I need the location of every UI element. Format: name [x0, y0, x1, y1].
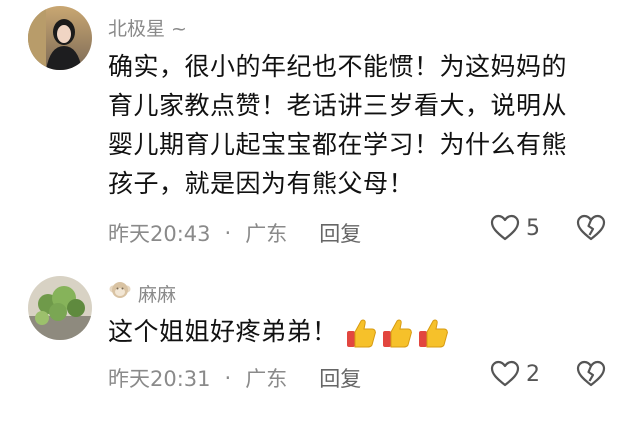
like-count: 2	[526, 361, 540, 387]
user-avatar[interactable]	[28, 276, 92, 340]
reply-button[interactable]: 回复	[319, 363, 361, 393]
location: 广东	[245, 222, 288, 246]
monkey-badge-icon	[108, 278, 132, 302]
like-button[interactable]: 5	[490, 214, 540, 242]
like-count: 5	[526, 215, 540, 241]
username[interactable]: 麻麻	[138, 280, 176, 307]
comment-text: 确实，很小的年纪也不能惯！为这妈妈的 育儿家教点赞！老话讲三岁看大，说明从 婴儿…	[108, 47, 608, 203]
comment-line: 这个姐姐好疼弟弟！	[108, 317, 338, 346]
comment-line: 确实，很小的年纪也不能惯！为这妈妈的	[108, 52, 568, 81]
dislike-button[interactable]	[576, 214, 606, 246]
heart-outline-icon	[490, 360, 520, 387]
reply-button[interactable]: 回复	[319, 218, 361, 248]
thumbs-up-emoji-icon	[346, 319, 376, 348]
comment-item: 北极星 ~ 确实，很小的年纪也不能惯！为这妈妈的 育儿家教点赞！老话讲三岁看大，…	[0, 0, 640, 262]
comment-meta: 昨天20:31 · 广东 回复	[108, 363, 361, 393]
broken-heart-icon	[576, 360, 606, 387]
comment-meta: 昨天20:43 · 广东 回复	[108, 218, 361, 248]
thumbs-up-emoji-icon	[382, 319, 412, 348]
comment-line: 育儿家教点赞！老话讲三岁看大，说明从	[108, 91, 568, 120]
dislike-button[interactable]	[576, 360, 606, 392]
separator-dot: ·	[224, 366, 232, 390]
timestamp: 昨天20:31	[108, 367, 211, 391]
woman-portrait-avatar-icon	[28, 6, 92, 70]
comment-item: 麻麻 这个姐姐好疼弟弟！ 昨天20:31 · 广东 回复 2	[0, 262, 640, 430]
broken-heart-icon	[576, 214, 606, 241]
like-button[interactable]: 2	[490, 360, 540, 388]
comment-line: 婴儿期育儿起宝宝都在学习！为什么有熊	[108, 130, 568, 159]
username[interactable]: 北极星 ~	[108, 14, 187, 41]
separator-dot: ·	[224, 221, 232, 245]
plant-photo-avatar-icon	[28, 276, 92, 340]
location: 广东	[245, 367, 288, 391]
timestamp: 昨天20:43	[108, 222, 211, 246]
comment-line: 孩子，就是因为有熊父母！	[108, 169, 415, 198]
user-avatar[interactable]	[28, 6, 92, 70]
thumbs-up-emoji-icon	[418, 319, 448, 348]
heart-outline-icon	[490, 214, 520, 241]
emoji-group	[344, 316, 450, 350]
comment-text: 这个姐姐好疼弟弟！	[108, 312, 608, 351]
